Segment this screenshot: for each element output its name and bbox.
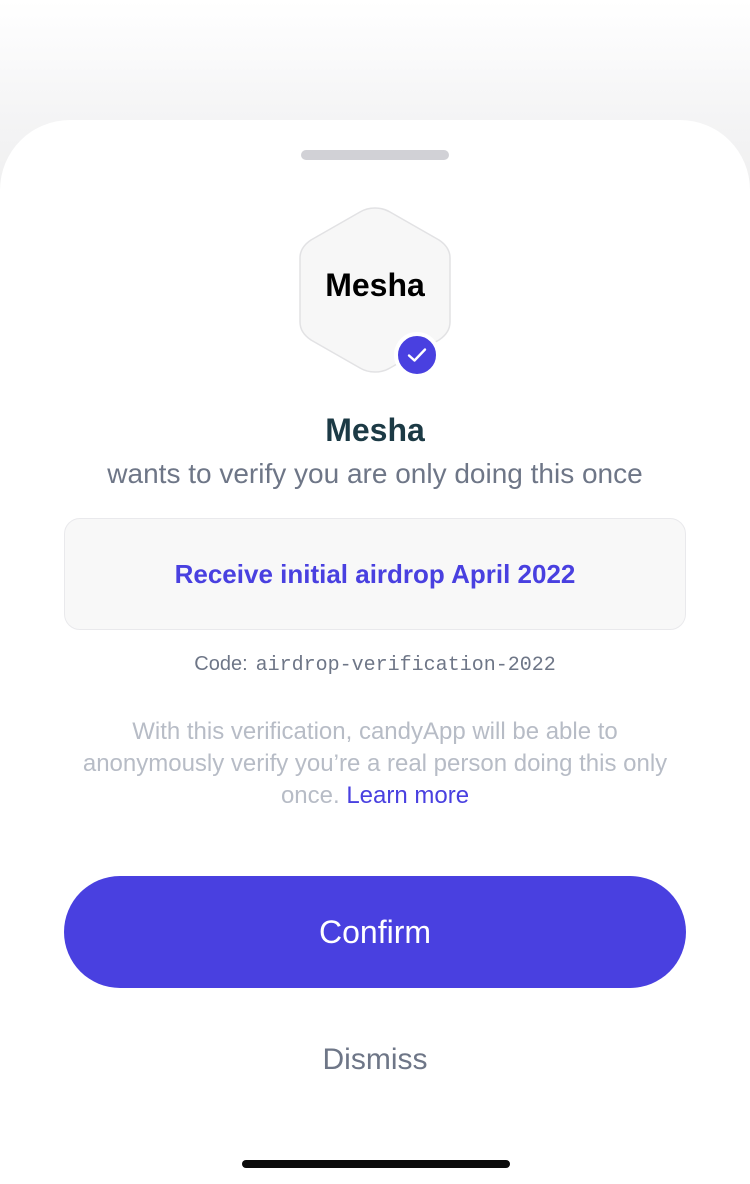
code-label: Code: xyxy=(194,653,248,675)
request-subtitle: wants to verify you are only doing this … xyxy=(107,458,643,489)
check-icon xyxy=(407,348,427,362)
learn-more-link[interactable]: Learn more xyxy=(346,782,469,809)
app-logo: Mesha xyxy=(295,205,455,378)
verification-sheet: Mesha Mesha wants to verify you are only… xyxy=(0,120,750,1184)
confirm-button[interactable]: Confirm xyxy=(64,876,686,988)
app-logo-text: Mesha xyxy=(325,267,425,303)
sheet-grabber[interactable] xyxy=(301,150,449,160)
code-value: airdrop-verification-2022 xyxy=(255,654,556,677)
dismiss-button[interactable]: Dismiss xyxy=(225,1030,525,1090)
action-card: Receive initial airdrop April 2022 xyxy=(64,518,686,630)
action-code: Code: airdrop-verification-2022 xyxy=(0,653,750,677)
verification-description: With this verification, candyApp will be… xyxy=(60,716,690,812)
action-label: Receive initial airdrop April 2022 xyxy=(174,558,576,589)
verified-badge xyxy=(394,332,440,378)
app-name: Mesha xyxy=(325,412,425,448)
home-indicator xyxy=(242,1160,510,1168)
